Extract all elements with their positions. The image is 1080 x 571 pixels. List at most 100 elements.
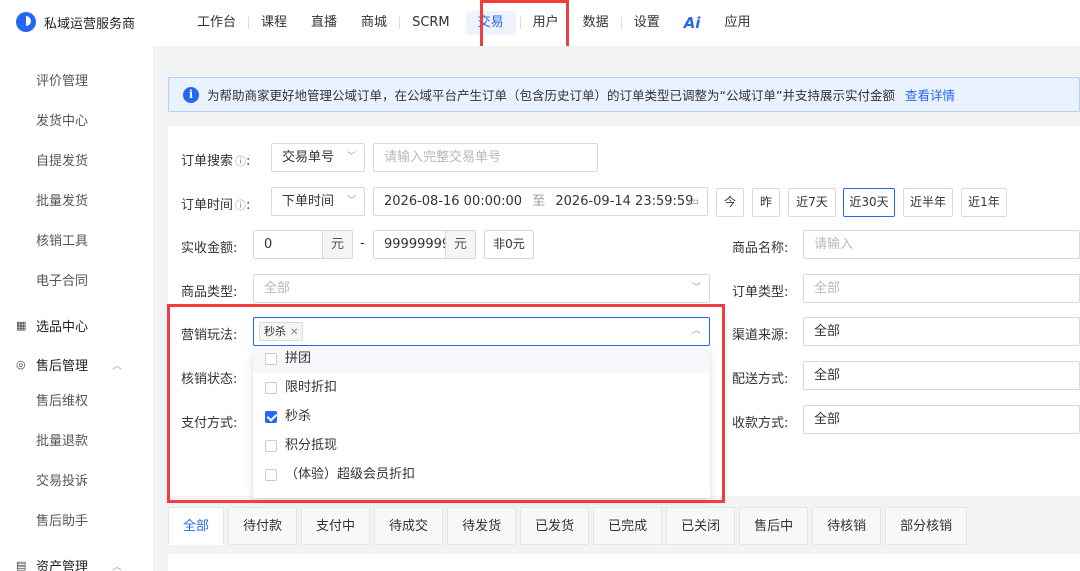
tab-all[interactable]: 全部 — [168, 507, 225, 545]
chevron-down-icon: ﹀ — [346, 152, 356, 162]
tab-pending-shipment[interactable]: 待发货 — [447, 507, 517, 545]
order-search-input[interactable]: 请输入完整交易单号 — [373, 143, 598, 172]
marketing-tag[interactable]: 秒杀 ✕ — [259, 322, 304, 341]
collect-label: 收款方式: — [732, 416, 789, 431]
tab-shipped[interactable]: 已发货 — [520, 507, 590, 545]
tab-closed[interactable]: 已关闭 — [666, 507, 736, 545]
channel-label: 渠道来源: — [732, 328, 789, 343]
order-time-label: 订单时间 ⓘ: — [181, 198, 251, 213]
dropdown-option[interactable]: 限时折扣 — [253, 373, 710, 402]
delivery-select[interactable]: 全部 — [803, 361, 1080, 390]
tab-aftersale[interactable]: 售后中 — [739, 507, 809, 545]
quick-range-7-days[interactable]: 近7天 — [788, 188, 836, 217]
aftersale-icon: ◎ — [16, 358, 26, 371]
tab-pending-payment[interactable]: 待付款 — [228, 507, 298, 545]
chevron-down-icon: ﹀ — [346, 196, 356, 206]
dropdown-option[interactable]: 秒杀 — [253, 402, 710, 431]
amount-max-input[interactable]: 99999999 元 — [373, 230, 476, 259]
nav-item-scrm[interactable]: SCRM — [400, 11, 462, 35]
brand-name: 私域运营服务商 — [44, 16, 136, 32]
sidebar-item-e-contract[interactable]: 电子合同 — [36, 270, 88, 289]
date-range-picker[interactable]: 2026-08-16 00:00:00 至 2026-09-14 23:59:5… — [373, 187, 708, 216]
order-status-tabs: 全部 待付款 支付中 待成交 待发货 已发货 已完成 已关闭 售后中 待核销 部… — [168, 507, 971, 545]
sidebar-item-verify-tool[interactable]: 核销工具 — [36, 230, 88, 249]
dropdown-option[interactable]: （体验）超级会员折扣 — [253, 460, 710, 489]
sidebar-item-reviews[interactable]: 评价管理 — [36, 70, 88, 89]
brand-logo-icon — [16, 12, 36, 32]
nav-item-apps[interactable]: 应用 — [712, 11, 762, 35]
checkbox[interactable] — [265, 468, 277, 481]
product-name-label: 商品名称: — [732, 241, 789, 256]
checkbox[interactable] — [265, 352, 277, 365]
sidebar-group-label: 售后管理 — [36, 359, 89, 374]
marketing-select[interactable]: 秒杀 ✕ ︿ — [253, 317, 710, 346]
nav-item-data[interactable]: 数据 — [571, 11, 621, 35]
quick-range-half-year[interactable]: 近半年 — [903, 188, 953, 217]
tab-pending-verify[interactable]: 待核销 — [812, 507, 882, 545]
dropdown-option[interactable]: 积分抵现 — [253, 431, 710, 460]
nav-item-trade[interactable]: 交易 — [465, 11, 516, 35]
nav-item-live[interactable]: 直播 — [299, 11, 349, 35]
dropdown-option[interactable]: 拼团 — [253, 350, 710, 373]
notice-details-link[interactable]: 查看详情 — [905, 85, 955, 104]
verify-status-label: 核销状态: — [181, 372, 238, 387]
sidebar-group-assets[interactable]: ▤ 资产管理 ︿ — [16, 556, 122, 571]
sidebar-item-batch-shipping[interactable]: 批量发货 — [36, 190, 88, 209]
notice-banner: i 为帮助商家更好地管理公域订单，在公域平台产生订单（包含历史订单）的订单类型已… — [168, 77, 1080, 112]
amount-max-value: 99999999 — [384, 237, 451, 252]
sidebar-item-complaints[interactable]: 交易投诉 — [36, 470, 88, 489]
info-icon: ⓘ — [235, 199, 247, 212]
amount-max-unit: 元 — [444, 231, 475, 258]
amount-min-value: 0 — [264, 237, 273, 252]
order-time-type-select[interactable]: 下单时间 ﹀ — [271, 187, 365, 216]
tab-completed[interactable]: 已完成 — [593, 507, 663, 545]
quick-range-today[interactable]: 今 — [716, 188, 744, 217]
assets-icon: ▤ — [16, 559, 27, 571]
order-time-type-value: 下单时间 — [282, 194, 335, 209]
order-type-label: 订单类型: — [732, 285, 789, 300]
grid-icon: ▦ — [16, 319, 27, 332]
notice-text: 为帮助商家更好地管理公域订单，在公域平台产生订单（包含历史订单）的订单类型已调整… — [207, 88, 895, 103]
sidebar-group-aftersale[interactable]: ◎ 售后管理 ︿ — [16, 355, 122, 374]
nav-item-workbench[interactable]: 工作台 — [185, 11, 248, 35]
sidebar-item-batch-refund[interactable]: 批量退款 — [36, 430, 88, 449]
channel-select[interactable]: 全部 — [803, 317, 1080, 346]
chevron-up-icon: ︿ — [112, 361, 123, 372]
marketing-dropdown: 拼团 限时折扣 秒杀 积分抵现 （体验）超级会员折扣 — [253, 350, 710, 498]
sidebar-item-aftersale-assistant[interactable]: 售后助手 — [36, 510, 88, 529]
nav-item-users[interactable]: 用户 — [521, 11, 571, 35]
checkbox-checked[interactable] — [265, 410, 277, 423]
quick-range-yesterday[interactable]: 昨 — [752, 188, 780, 217]
tab-partial-verify[interactable]: 部分核销 — [885, 507, 968, 545]
order-search-label: 订单搜索 ⓘ: — [181, 154, 251, 169]
ai-icon[interactable]: Ai — [672, 14, 713, 32]
product-name-input[interactable]: 请输入 — [803, 230, 1080, 259]
order-search-type-select[interactable]: 交易单号 ﹀ — [271, 143, 365, 172]
checkbox[interactable] — [265, 381, 277, 394]
nav-item-settings[interactable]: 设置 — [622, 11, 672, 35]
order-type-select[interactable]: 全部 — [803, 274, 1080, 303]
close-icon[interactable]: ✕ — [290, 327, 298, 338]
tab-pending-deal[interactable]: 待成交 — [374, 507, 444, 545]
sidebar-item-rights[interactable]: 售后维权 — [36, 390, 88, 409]
product-type-select[interactable]: 全部 ﹀ — [253, 274, 710, 303]
nonzero-amount-button[interactable]: 非0元 — [484, 230, 534, 259]
brand[interactable]: 私域运营服务商 — [16, 12, 135, 32]
sidebar-item-pickup[interactable]: 自提发货 — [36, 150, 88, 169]
sidebar-group-label: 选品中心 — [36, 320, 89, 335]
amount-min-input[interactable]: 0 元 — [253, 230, 353, 259]
sidebar-group-selection[interactable]: ▦ 选品中心 — [16, 316, 88, 335]
option-label: 积分抵现 — [285, 438, 338, 453]
info-icon: ⓘ — [235, 155, 247, 168]
nav-item-courses[interactable]: 课程 — [249, 11, 299, 35]
tab-paying[interactable]: 支付中 — [301, 507, 371, 545]
quick-range-30-days[interactable]: 近30天 — [843, 188, 895, 217]
info-icon: i — [183, 86, 199, 103]
quick-range-1-year[interactable]: 近1年 — [961, 188, 1007, 217]
option-label: 限时折扣 — [285, 380, 338, 395]
nav-item-mall[interactable]: 商城 — [349, 11, 399, 35]
chevron-down-icon: ﹀ — [691, 283, 701, 293]
checkbox[interactable] — [265, 439, 277, 452]
collect-select[interactable]: 全部 — [803, 405, 1080, 434]
sidebar-item-shipping-center[interactable]: 发货中心 — [36, 110, 88, 129]
